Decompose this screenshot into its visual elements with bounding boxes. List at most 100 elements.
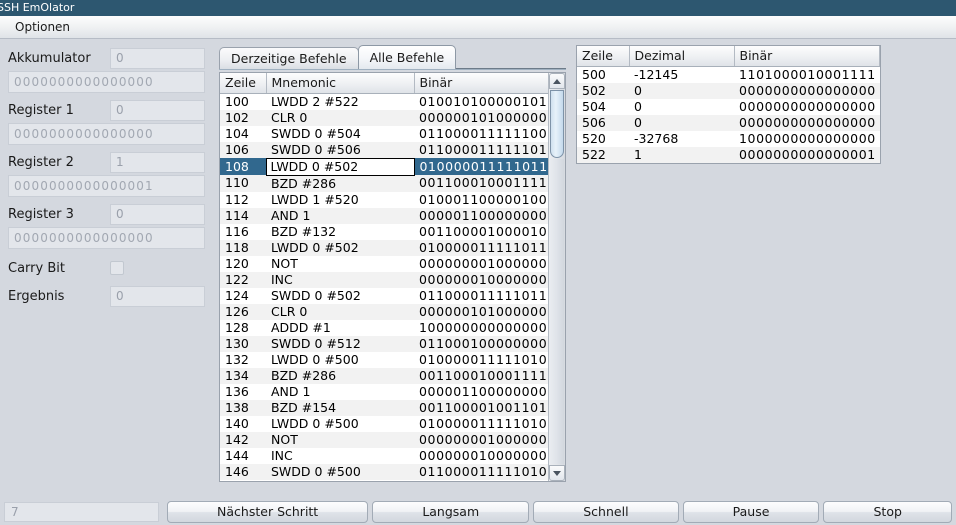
table-row[interactable]: 502 0 0000000000000000 bbox=[577, 82, 880, 99]
table-row[interactable]: 118 LWDD 0 #502 0100000111110110 bbox=[220, 239, 548, 256]
instruction-rows: 100 LWDD 2 #522 0100101000001010 102 CLR 0 00… bbox=[220, 93, 548, 481]
cell-binaer: 0000001010000000 bbox=[414, 303, 548, 320]
table-row[interactable]: 104 SWDD 0 #504 0110000111111000 bbox=[220, 126, 548, 142]
cell-mnemonic[interactable]: BZD #154 bbox=[266, 399, 414, 416]
scrollbar-track[interactable] bbox=[550, 159, 564, 464]
table-row[interactable]: 138 BZD #154 0011000010011010 bbox=[220, 399, 548, 416]
cell-binaer: 0110000111111000 bbox=[419, 125, 548, 141]
step-counter-field[interactable]: 7 bbox=[4, 502, 159, 522]
menu-item-optionen[interactable]: Optionen bbox=[9, 18, 76, 36]
memory-col-dezimal[interactable]: Dezimal bbox=[629, 46, 735, 67]
cell-mnemonic[interactable]: LWDD 1 #520 bbox=[266, 192, 414, 208]
table-row[interactable]: 142 NOT 0000000010000000 bbox=[220, 431, 548, 448]
cell-mnemonic[interactable]: NOT bbox=[266, 431, 414, 448]
table-row[interactable]: 134 BZD #286 0011000100011110 bbox=[220, 367, 548, 384]
table-row[interactable]: 132 LWDD 0 #500 0100000111110100 bbox=[220, 352, 548, 368]
cell-mnemonic[interactable]: AND 1 bbox=[266, 384, 414, 400]
register-binary-register2[interactable]: 0000000000000001 bbox=[8, 175, 205, 197]
cell-mnemonic[interactable]: SWDD 0 #512 bbox=[266, 335, 414, 352]
table-row[interactable]: 122 INC 0000000100000000 bbox=[220, 271, 548, 288]
cell-mnemonic[interactable]: CLR 0 bbox=[266, 109, 414, 126]
cell-mnemonic[interactable]: SWDD 0 #506 bbox=[266, 141, 414, 158]
table-row[interactable]: 124 SWDD 0 #502 0110000111110110 bbox=[220, 288, 548, 304]
instruction-col-zeile[interactable]: Zeile bbox=[220, 73, 267, 94]
cell-mnemonic[interactable]: NOT bbox=[266, 256, 414, 272]
table-row[interactable]: 148LWDD 0 #5120100001000000000 bbox=[220, 480, 548, 482]
scroll-up-button[interactable] bbox=[549, 73, 565, 89]
table-row[interactable]: 522 1 0000000000000001 bbox=[577, 146, 880, 163]
scrollbar-thumb[interactable] bbox=[550, 90, 564, 158]
cell-mnemonic[interactable]: LWDD 0 #512 bbox=[266, 480, 414, 482]
cell-mnemonic[interactable]: LWDD 0 #502 bbox=[266, 239, 414, 256]
cell-zeile: 110 bbox=[220, 175, 266, 192]
register-binary-akkumulator[interactable]: 0000000000000000 bbox=[8, 71, 205, 93]
cell-mnemonic[interactable]: LWDD 0 #500 bbox=[266, 416, 414, 432]
table-row[interactable]: 102 CLR 0 0000001010000000 bbox=[220, 109, 548, 126]
table-row[interactable]: 128 ADDD #1 1000000000000001 bbox=[220, 320, 548, 336]
instruction-scrollbar[interactable] bbox=[548, 73, 565, 481]
cell-zeile: 146 bbox=[220, 463, 266, 480]
memory-col-binaer[interactable]: Binär bbox=[734, 46, 880, 67]
table-row[interactable]: 146 SWDD 0 #500 0110000111110100 bbox=[220, 463, 548, 480]
register-binary-register1[interactable]: 0000000000000000 bbox=[8, 123, 205, 145]
table-row[interactable]: 110 BZD #286 0011000100011110 bbox=[220, 175, 548, 192]
cell-mnemonic[interactable]: LWDD 0 #502 bbox=[265, 157, 415, 176]
slow-button[interactable]: Langsam bbox=[372, 501, 530, 523]
table-row[interactable]: 136 AND 1 0000011000000000 bbox=[220, 384, 548, 400]
cell-zeile: 126 bbox=[220, 303, 266, 320]
stop-button[interactable]: Stop bbox=[823, 501, 952, 523]
cell-mnemonic[interactable]: LWDD 2 #522 bbox=[266, 93, 414, 110]
table-row[interactable]: 106 SWDD 0 #506 0110000111111010 bbox=[220, 141, 548, 158]
tab-alle-befehle[interactable]: Alle Befehle bbox=[357, 45, 457, 69]
register-value-register2[interactable]: 1 bbox=[110, 151, 205, 173]
cell-zeile: 502 bbox=[577, 82, 629, 99]
cell-mnemonic[interactable]: SWDD 0 #500 bbox=[266, 463, 414, 480]
cell-mnemonic[interactable]: BZD #132 bbox=[266, 224, 414, 240]
table-row[interactable]: 500 -12145 1101000010001111 bbox=[577, 66, 880, 83]
cell-binaer: 0100000111110100 bbox=[419, 415, 548, 431]
tab-derzeitige-befehle[interactable]: Derzeitige Befehle bbox=[219, 47, 359, 69]
register-label-register3: Register 3 bbox=[8, 206, 74, 222]
register-value-akkumulator[interactable]: 0 bbox=[110, 47, 205, 69]
table-row[interactable]: 130 SWDD 0 #512 0110001000000000 bbox=[220, 335, 548, 352]
cell-mnemonic[interactable]: AND 1 bbox=[266, 207, 414, 224]
cell-zeile: 506 bbox=[577, 114, 629, 131]
cell-mnemonic[interactable]: SWDD 0 #502 bbox=[266, 288, 414, 304]
register-binary-register3[interactable]: 0000000000000000 bbox=[8, 227, 205, 249]
ergebnis-value[interactable]: 0 bbox=[110, 285, 205, 307]
memory-col-zeile[interactable]: Zeile bbox=[577, 46, 630, 67]
table-row[interactable]: 504 0 0000000000000000 bbox=[577, 99, 880, 115]
table-row[interactable]: 144 INC 0000000100000000 bbox=[220, 448, 548, 464]
cell-binaer: 0011000010011010 bbox=[414, 399, 548, 416]
next-step-button[interactable]: Nächster Schritt bbox=[167, 501, 369, 523]
table-row[interactable]: 506 0 0000000000000000 bbox=[577, 114, 880, 131]
cell-mnemonic[interactable]: INC bbox=[266, 448, 414, 464]
cell-mnemonic[interactable]: SWDD 0 #504 bbox=[266, 126, 414, 142]
instruction-tabs: Derzeitige Befehle Alle Befehle bbox=[219, 45, 570, 69]
table-row[interactable]: 108 LWDD 0 #502 0100000111110110 bbox=[220, 157, 548, 176]
application-window: SSH EmOlator Optionen Akkumulator 0 0000… bbox=[0, 0, 956, 525]
cell-mnemonic[interactable]: BZD #286 bbox=[266, 367, 414, 384]
instruction-col-mnemonic[interactable]: Mnemonic bbox=[266, 73, 415, 94]
cell-mnemonic[interactable]: ADDD #1 bbox=[266, 320, 414, 336]
table-row[interactable]: 114 AND 1 0000011000000000 bbox=[220, 207, 548, 224]
table-row[interactable]: 126 CLR 0 0000001010000000 bbox=[220, 303, 548, 320]
cell-mnemonic[interactable]: CLR 0 bbox=[266, 303, 414, 320]
cell-mnemonic[interactable]: LWDD 0 #500 bbox=[266, 352, 414, 368]
pause-button[interactable]: Pause bbox=[682, 501, 820, 523]
register-value-register3[interactable]: 0 bbox=[110, 203, 205, 225]
table-row[interactable]: 520 -32768 1000000000000000 bbox=[577, 131, 880, 147]
cell-zeile: 124 bbox=[225, 287, 249, 303]
table-row[interactable]: 120 NOT 0000000010000000 bbox=[220, 256, 548, 272]
carry-bit-checkbox[interactable] bbox=[110, 261, 124, 275]
cell-mnemonic[interactable]: BZD #286 bbox=[266, 175, 414, 192]
cell-mnemonic[interactable]: INC bbox=[266, 271, 414, 288]
table-row[interactable]: 140 LWDD 0 #500 0100000111110100 bbox=[220, 416, 548, 432]
table-row[interactable]: 116 BZD #132 0011000010000100 bbox=[220, 224, 548, 240]
instruction-col-binaer[interactable]: Binär bbox=[414, 73, 548, 94]
table-row[interactable]: 112 LWDD 1 #520 0100011000001000 bbox=[220, 192, 548, 208]
scroll-down-button[interactable] bbox=[549, 465, 565, 481]
register-value-register1[interactable]: 0 bbox=[110, 99, 205, 121]
table-row[interactable]: 100 LWDD 2 #522 0100101000001010 bbox=[220, 93, 548, 110]
fast-button[interactable]: Schnell bbox=[533, 501, 679, 523]
